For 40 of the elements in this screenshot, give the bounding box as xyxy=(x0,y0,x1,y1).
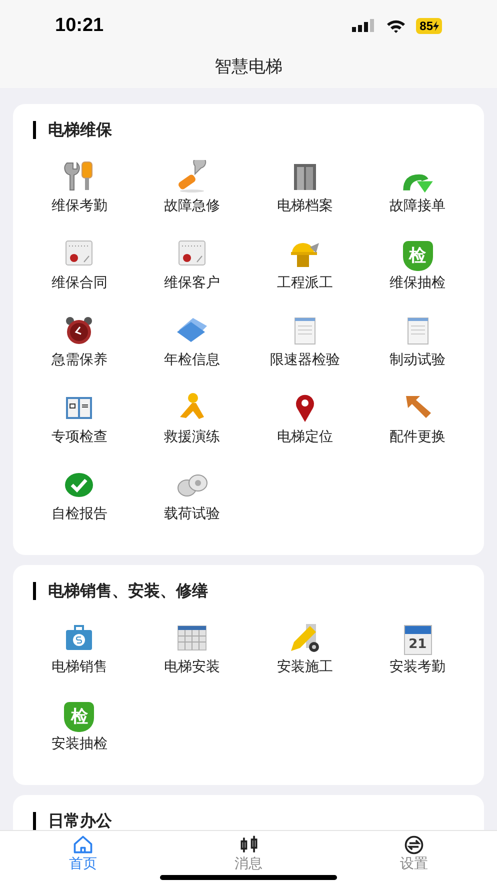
menu-item[interactable]: 检 维保抽检 xyxy=(361,233,474,310)
wifi-icon xyxy=(386,19,406,33)
section-title: 电梯维保 xyxy=(48,119,112,141)
menu-item[interactable]: 救援演练 xyxy=(136,387,248,464)
tab-item[interactable]: 首页 xyxy=(0,831,166,883)
menu-item[interactable]: 安装施工 xyxy=(248,617,362,694)
tab-item[interactable]: 设置 xyxy=(331,831,497,883)
menu-item[interactable]: 年检信息 xyxy=(136,310,248,387)
menu-item[interactable]: 故障急修 xyxy=(136,156,248,233)
menu-item[interactable]: 电梯销售 xyxy=(23,617,136,694)
menu-item[interactable]: 维保考勤 xyxy=(23,156,136,233)
menu-item[interactable]: 故障接单 xyxy=(361,156,474,233)
status-time: 10:21 xyxy=(55,14,104,38)
page-title: 智慧电梯 xyxy=(214,56,282,80)
shield-icon: 检 xyxy=(64,702,94,732)
menu-item[interactable]: 配件更换 xyxy=(361,387,474,464)
signal-icon xyxy=(352,19,376,33)
menu-item[interactable]: 制动试验 xyxy=(361,310,474,387)
calendar-icon: 21 xyxy=(404,625,432,655)
menu-item[interactable]: 专项检查 xyxy=(23,387,136,464)
home-icon xyxy=(72,834,94,856)
menu-item[interactable]: 电梯定位 xyxy=(248,387,362,464)
tab-item[interactable]: 消息 xyxy=(166,831,332,883)
menu-item[interactable]: 21 安装考勤 xyxy=(361,617,474,694)
menu-item[interactable]: 急需保养 xyxy=(23,310,136,387)
swap-icon xyxy=(403,834,426,856)
menu-item[interactable]: 限速器检验 xyxy=(248,310,362,387)
menu-item[interactable]: 维保客户 xyxy=(136,233,248,310)
section-title: 日常办公 xyxy=(48,810,112,830)
menu-item[interactable]: 检 安装抽检 xyxy=(23,694,136,771)
menu-item[interactable]: 工程派工 xyxy=(248,233,362,310)
menu-item[interactable]: 电梯档案 xyxy=(248,156,362,233)
shield-icon: 检 xyxy=(402,241,433,271)
menu-item[interactable]: 载荷试验 xyxy=(136,464,248,541)
menu-item[interactable]: 电梯安装 xyxy=(136,617,248,694)
arrow-down-icon xyxy=(402,173,434,194)
battery-icon: 85 xyxy=(416,18,442,34)
section-title: 电梯销售、安装、修缮 xyxy=(48,580,208,602)
menu-item[interactable]: 自检报告 xyxy=(23,464,136,541)
menu-item[interactable]: 维保合同 xyxy=(23,233,136,310)
